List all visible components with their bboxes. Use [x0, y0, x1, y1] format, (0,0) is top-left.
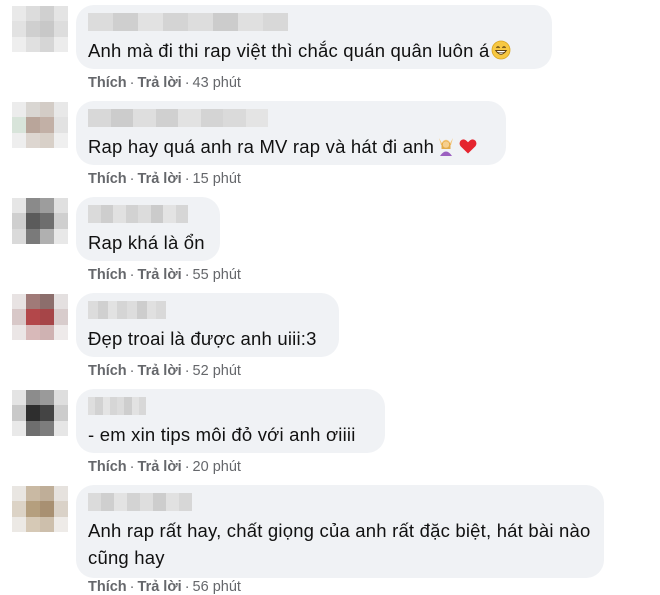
- comment-bubble: Rap hay quá anh ra MV rap và hát đi anh: [76, 101, 506, 165]
- comment-timestamp[interactable]: 55 phút: [193, 267, 241, 283]
- like-button[interactable]: Thích: [88, 267, 127, 283]
- avatar[interactable]: [12, 198, 68, 244]
- comment-timestamp[interactable]: 20 phút: [193, 459, 241, 475]
- comment-actions: Thích · Trả lời · 55 phút: [88, 267, 241, 283]
- reply-button[interactable]: Trả lời: [138, 363, 182, 379]
- comment-bubble: Anh rap rất hay, chất giọng của anh rất …: [76, 485, 604, 578]
- comment-bubble: Đẹp troai là được anh uiii:3: [76, 293, 339, 357]
- commenter-name-blurred[interactable]: [88, 397, 146, 415]
- comment-text: - em xin tips môi đỏ với anh ơiiii: [88, 424, 356, 445]
- red-heart-icon: [458, 136, 478, 163]
- like-button[interactable]: Thích: [88, 459, 127, 475]
- reply-button[interactable]: Trả lời: [138, 75, 182, 91]
- avatar[interactable]: [12, 486, 68, 532]
- comment-text: Anh mà đi thi rap việt thì chắc quán quâ…: [88, 37, 540, 67]
- commenter-name-blurred[interactable]: [88, 109, 268, 127]
- like-button[interactable]: Thích: [88, 579, 127, 595]
- reply-button[interactable]: Trả lời: [138, 459, 182, 475]
- commenter-name-blurred[interactable]: [88, 493, 192, 511]
- reply-button[interactable]: Trả lời: [138, 171, 182, 187]
- comment-bubble: - em xin tips môi đỏ với anh ơiiii: [76, 389, 385, 453]
- comment-timestamp[interactable]: 15 phút: [193, 171, 241, 187]
- person-raising-hands-icon: [436, 136, 456, 163]
- commenter-name-blurred[interactable]: [88, 13, 288, 31]
- reply-button[interactable]: Trả lời: [138, 579, 182, 595]
- comment-actions: Thích · Trả lời · 52 phút: [88, 363, 241, 379]
- like-button[interactable]: Thích: [88, 75, 127, 91]
- comment-actions: Thích · Trả lời · 43 phút: [88, 75, 241, 91]
- like-button[interactable]: Thích: [88, 171, 127, 187]
- reply-button[interactable]: Trả lời: [138, 267, 182, 283]
- comment-actions: Thích · Trả lời · 20 phút: [88, 459, 241, 475]
- avatar[interactable]: [12, 294, 68, 340]
- comment-text: Anh rap rất hay, chất giọng của anh rất …: [88, 520, 591, 568]
- comment-actions: Thích · Trả lời · 56 phút: [88, 579, 241, 595]
- comment-text: Rap khá là ổn: [88, 232, 205, 253]
- avatar[interactable]: [12, 6, 68, 52]
- comment-bubble: Anh mà đi thi rap việt thì chắc quán quâ…: [76, 5, 552, 69]
- comment-actions: Thích · Trả lời · 15 phút: [88, 171, 241, 187]
- avatar[interactable]: [12, 102, 68, 148]
- comment-text: Rap hay quá anh ra MV rap và hát đi anh: [88, 133, 494, 163]
- like-button[interactable]: Thích: [88, 363, 127, 379]
- grinning-face-with-smiling-eyes-icon: [491, 40, 511, 67]
- comment-timestamp[interactable]: 43 phút: [193, 75, 241, 91]
- avatar[interactable]: [12, 390, 68, 436]
- comment-timestamp[interactable]: 56 phút: [193, 579, 241, 595]
- comment-bubble: Rap khá là ổn: [76, 197, 220, 261]
- commenter-name-blurred[interactable]: [88, 301, 166, 319]
- comment-timestamp[interactable]: 52 phút: [193, 363, 241, 379]
- comment-text: Đẹp troai là được anh uiii:3: [88, 328, 317, 349]
- commenter-name-blurred[interactable]: [88, 205, 188, 223]
